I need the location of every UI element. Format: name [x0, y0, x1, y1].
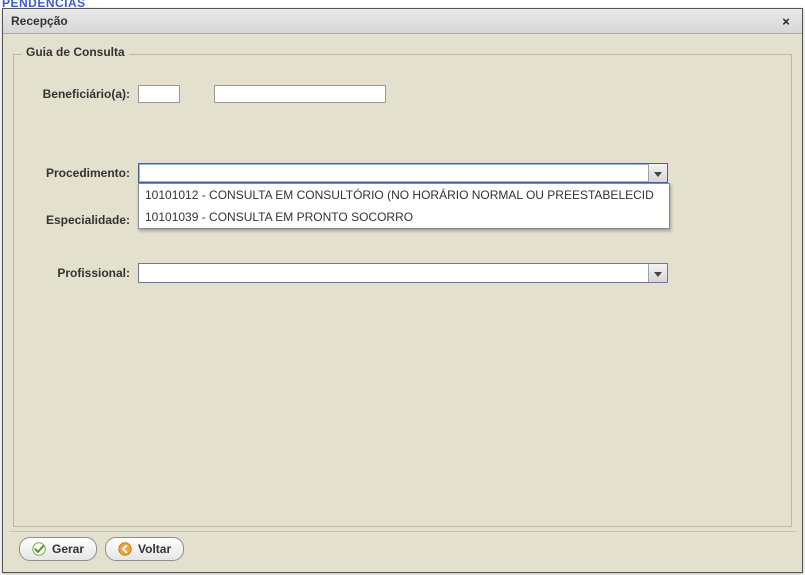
voltar-button[interactable]: Voltar — [105, 537, 184, 561]
procedimento-combo[interactable] — [138, 163, 668, 183]
procedimento-label: Procedimento: — [34, 166, 130, 180]
row-especialidade: Especialidade: — [34, 213, 138, 227]
procedimento-value — [139, 164, 648, 182]
profissional-label: Profissional: — [34, 266, 130, 280]
procedimento-option-1[interactable]: 10101039 - CONSULTA EM PRONTO SOCORRO — [139, 206, 669, 228]
dialog-titlebar: Recepção × — [3, 9, 802, 34]
procedimento-arrow[interactable] — [648, 164, 667, 182]
beneficiario-code-input[interactable] — [138, 85, 180, 103]
voltar-label: Voltar — [138, 542, 171, 556]
check-icon — [32, 542, 46, 556]
group-guia-consulta: Guia de Consulta Beneficiário(a): Proced… — [13, 54, 792, 527]
gerar-button[interactable]: Gerar — [19, 537, 97, 561]
procedimento-option-0[interactable]: 10101012 - CONSULTA EM CONSULTÓRIO (NO H… — [139, 184, 669, 206]
button-bar: Gerar Voltar — [9, 531, 796, 566]
especialidade-label: Especialidade: — [34, 213, 130, 227]
profissional-combo[interactable] — [138, 263, 668, 283]
gerar-label: Gerar — [52, 542, 84, 556]
row-profissional: Profissional: — [34, 263, 668, 283]
profissional-arrow[interactable] — [648, 264, 667, 282]
group-title: Guia de Consulta — [22, 45, 129, 59]
dialog-body: Guia de Consulta Beneficiário(a): Proced… — [9, 40, 796, 566]
dialog-recepcao: Recepção × Guia de Consulta Beneficiário… — [2, 8, 803, 573]
back-icon — [118, 542, 132, 556]
row-beneficiario: Beneficiário(a): — [34, 85, 386, 103]
dialog-title: Recepção — [11, 14, 68, 28]
beneficiario-name-input[interactable] — [214, 85, 386, 103]
profissional-value — [139, 264, 648, 282]
close-button[interactable]: × — [778, 13, 794, 29]
chevron-down-icon — [654, 266, 662, 280]
procedimento-dropdown-list: 10101012 - CONSULTA EM CONSULTÓRIO (NO H… — [138, 183, 670, 229]
row-procedimento: Procedimento: — [34, 163, 668, 183]
beneficiario-label: Beneficiário(a): — [34, 87, 130, 101]
chevron-down-icon — [654, 166, 662, 180]
